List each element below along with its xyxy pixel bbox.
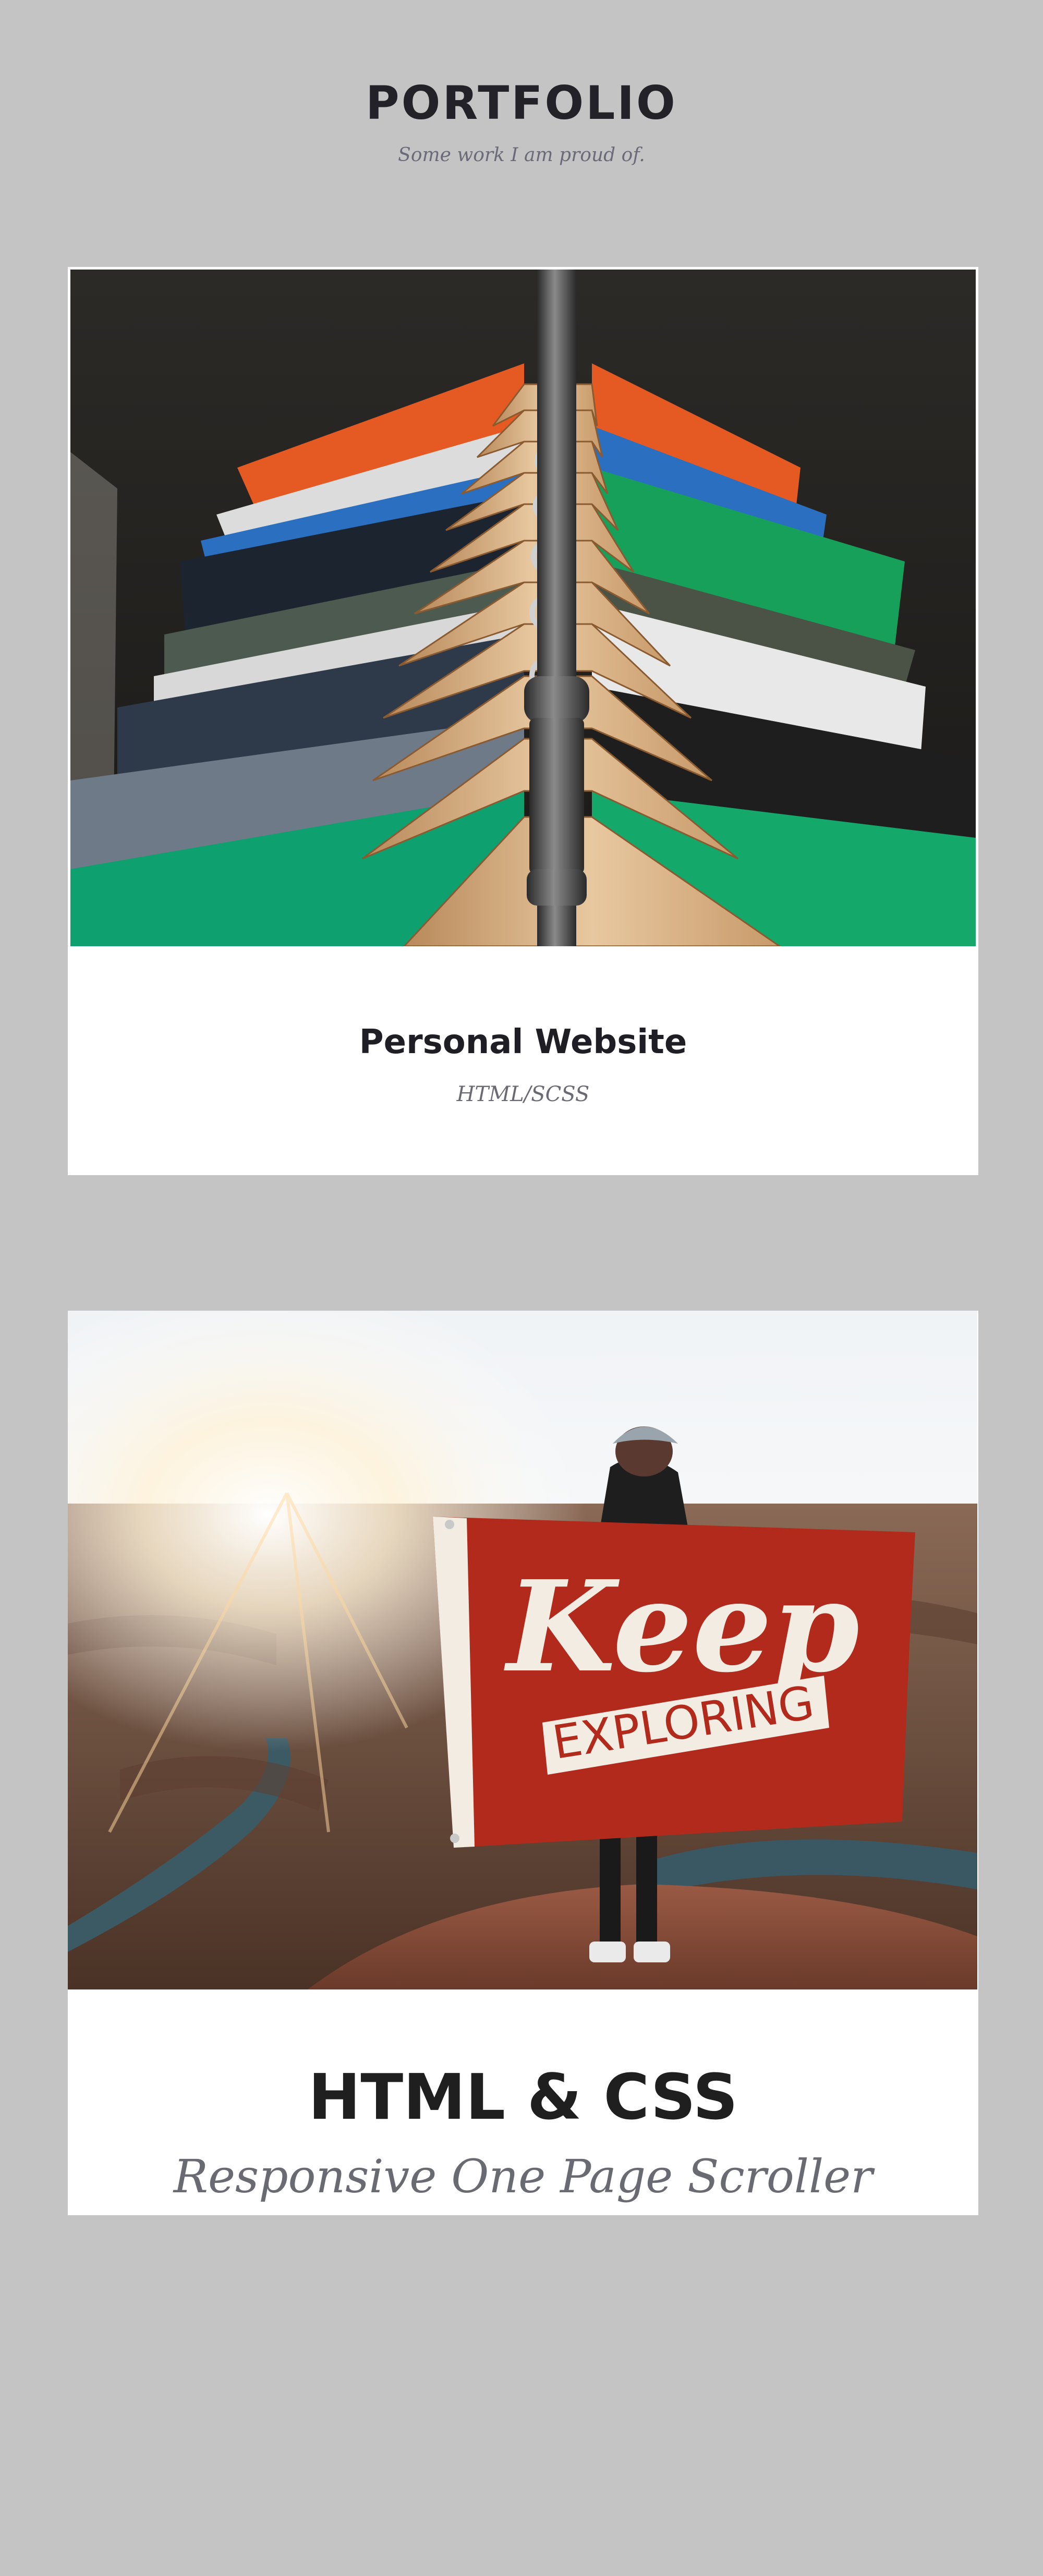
project-card-personal-website[interactable]: Personal Website HTML/SCSS	[68, 267, 978, 1175]
project-tags: Responsive One Page Scroller	[173, 2150, 873, 2203]
keep-exploring-image[interactable]: Keep EXPLORING	[68, 1311, 977, 1989]
page-header: PORTFOLIO Some work I am proud of.	[0, 78, 1043, 166]
page-subtitle: Some work I am proud of.	[398, 144, 645, 166]
project-tags: HTML/SCSS	[456, 1082, 590, 1106]
project-card-caption: HTML & CSS Responsive One Page Scroller	[68, 2061, 978, 2203]
project-card-html-css[interactable]: Keep EXPLORING HTML & CSS Responsive One…	[68, 1311, 978, 2215]
project-card-caption: Personal Website HTML/SCSS	[68, 1023, 978, 1106]
project-title[interactable]: Personal Website	[68, 1023, 978, 1061]
project-title[interactable]: HTML & CSS	[68, 2061, 978, 2134]
page-title: PORTFOLIO	[366, 76, 677, 130]
clothes-rack-image[interactable]	[70, 270, 976, 946]
